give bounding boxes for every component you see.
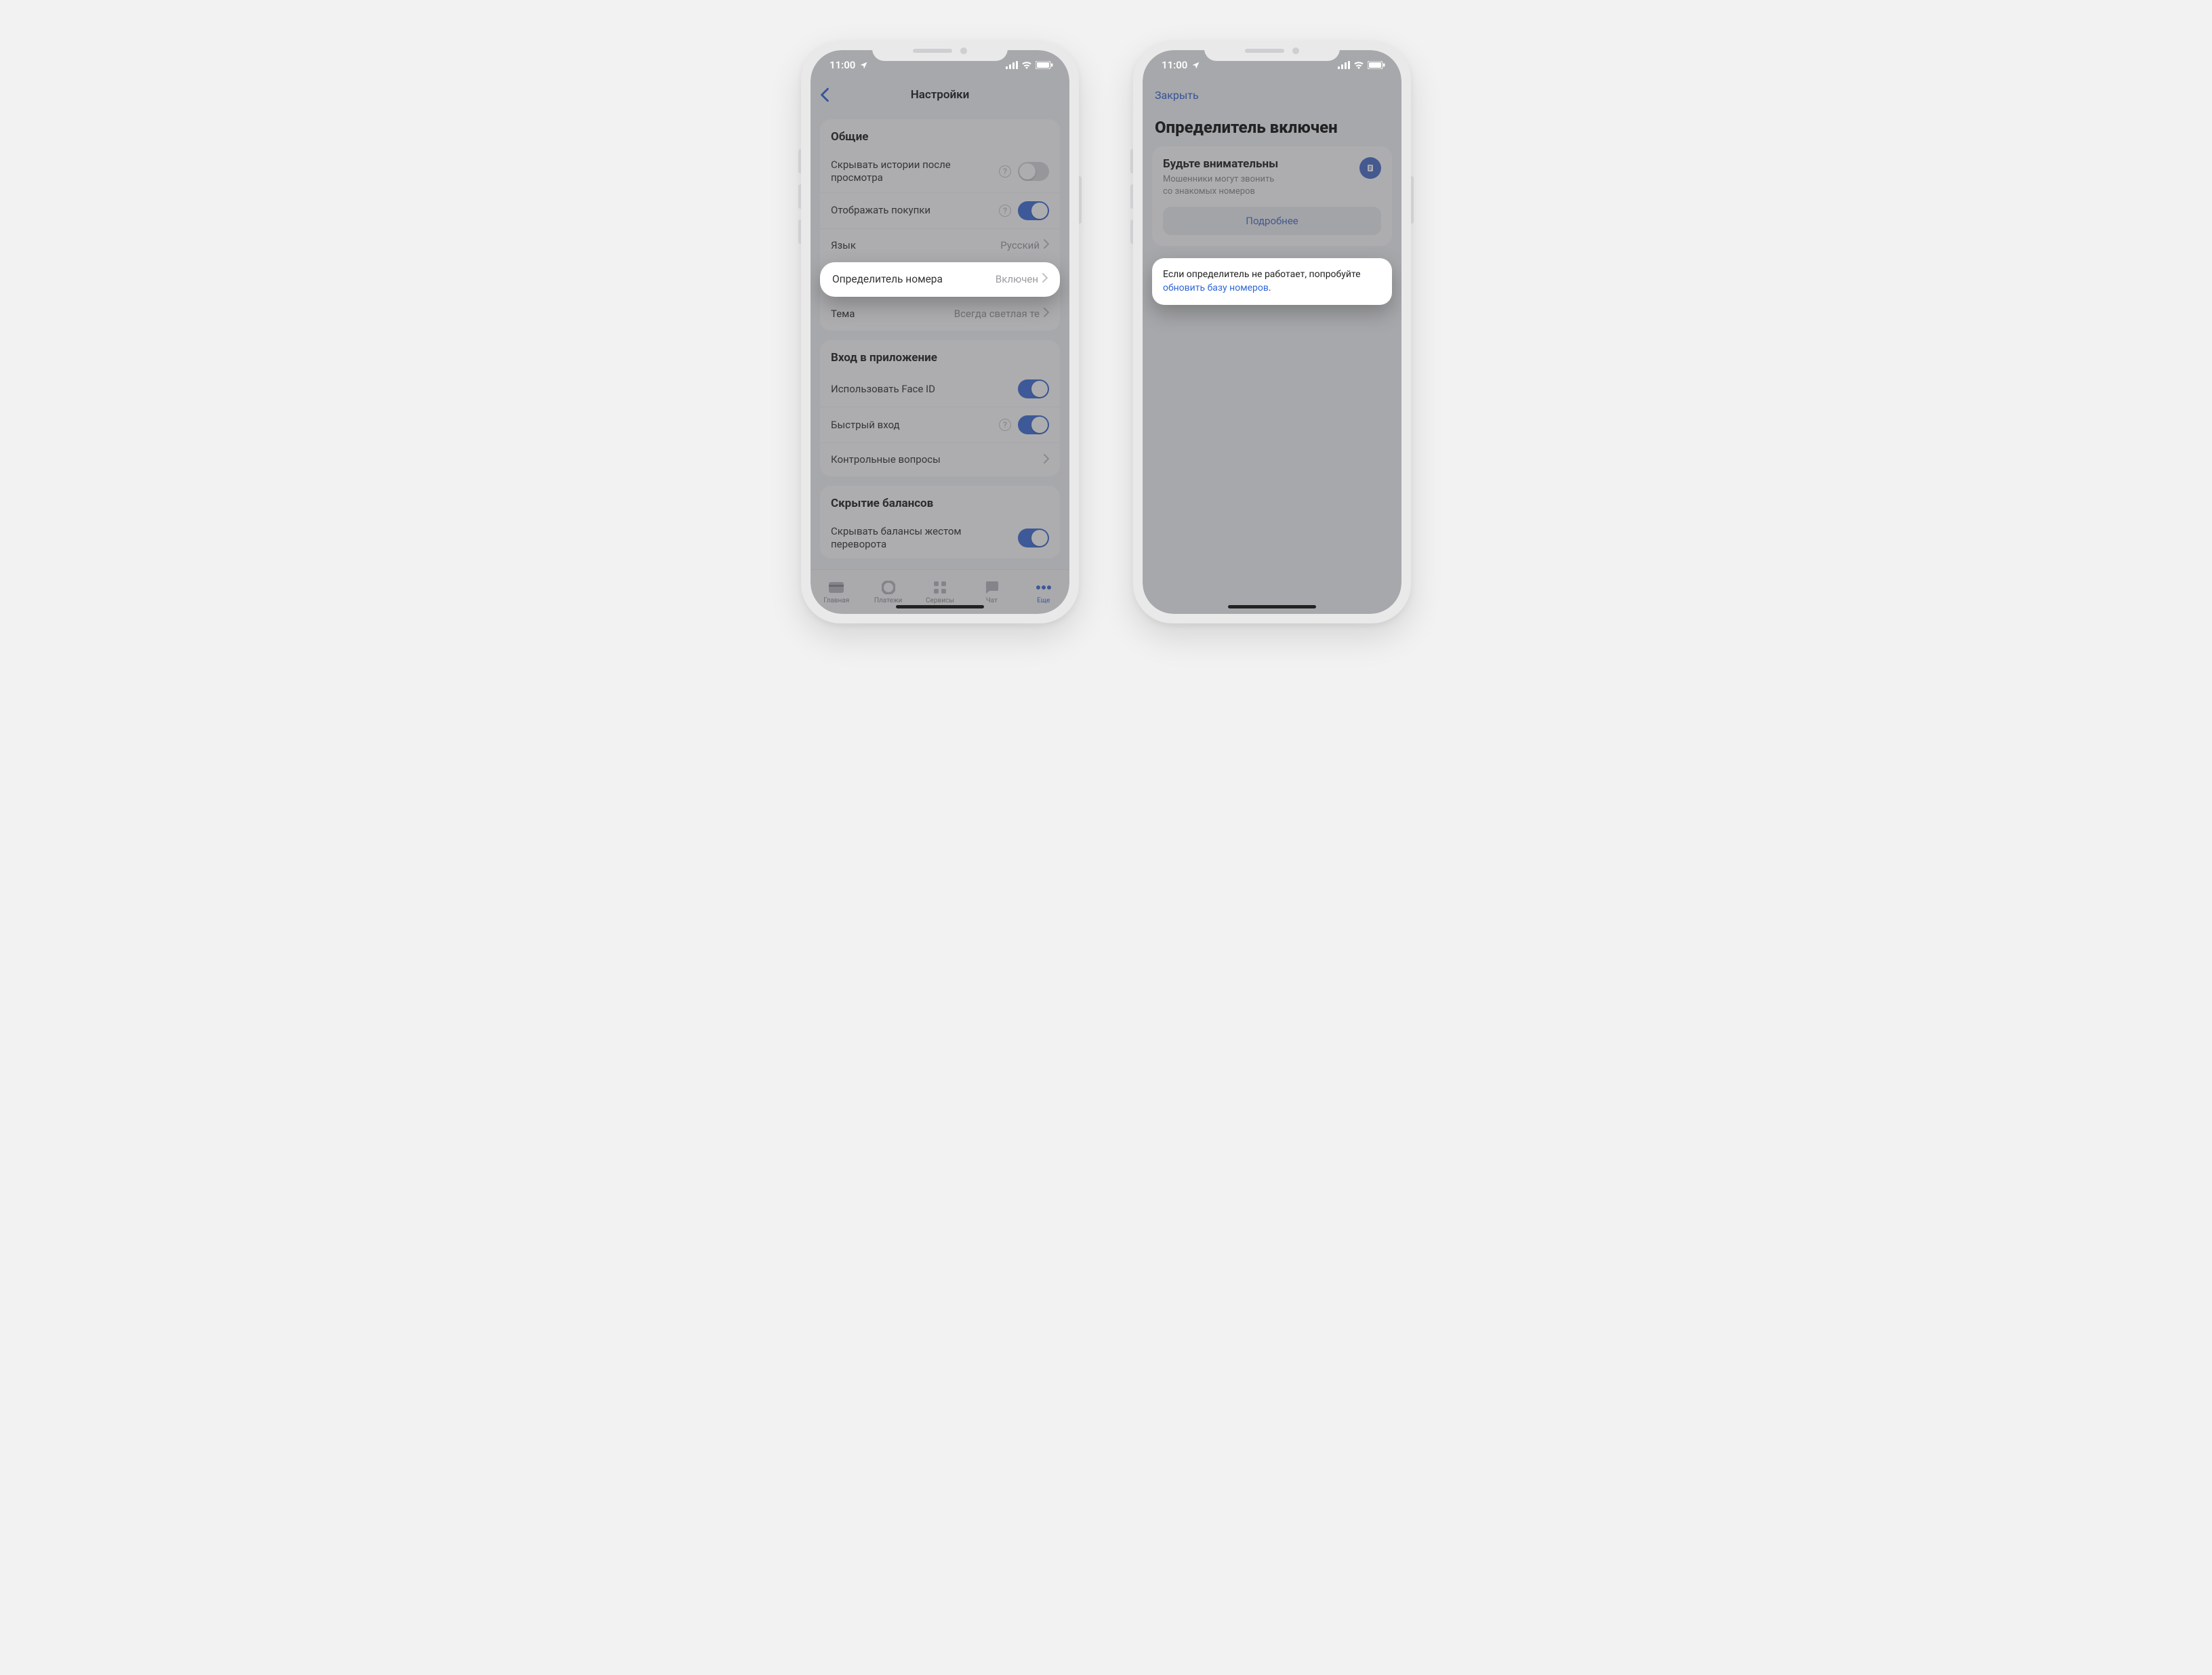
chevron-right-icon	[1044, 453, 1049, 466]
row-hide-balances[interactable]: Скрывать балансы жестом переворота	[820, 517, 1060, 559]
device-notch	[1204, 41, 1340, 61]
toggle-faceid[interactable]	[1018, 379, 1049, 398]
chevron-right-icon	[1044, 308, 1049, 320]
page-title: Определитель включен	[1152, 110, 1392, 146]
circle-icon	[880, 580, 897, 595]
status-time: 11:00	[830, 59, 855, 71]
row-label: Быстрый вход	[831, 419, 992, 432]
warning-card: Будьте внимательны Мошенники могут звони…	[1152, 146, 1392, 246]
row-hide-stories[interactable]: Скрывать истории после просмотра ?	[820, 150, 1060, 192]
section-general: Общие Скрывать истории после просмотра ?…	[820, 119, 1060, 331]
help-icon[interactable]: ?	[999, 205, 1011, 217]
info-icon	[1359, 157, 1381, 179]
chevron-right-icon	[1044, 239, 1049, 251]
back-button[interactable]	[820, 80, 830, 110]
phone-mock-right: 11:00 Закрыть Определитель вк	[1133, 41, 1411, 623]
row-language[interactable]: Язык Русский	[820, 228, 1060, 262]
section-balances: Скрытие балансов Скрывать балансы жестом…	[820, 486, 1060, 559]
row-show-purchases[interactable]: Отображать покупки ?	[820, 192, 1060, 228]
tab-label: Чат	[986, 597, 998, 604]
card-subtitle: Мошенники могут звонить со знакомых номе…	[1163, 173, 1278, 197]
cellular-icon	[1006, 61, 1018, 69]
row-label: Скрывать балансы жестом переворота	[831, 525, 1011, 551]
row-faceid[interactable]: Использовать Face ID	[820, 371, 1060, 407]
screen-right: 11:00 Закрыть Определитель вк	[1143, 50, 1401, 614]
settings-content[interactable]: Общие Скрывать истории после просмотра ?…	[811, 110, 1069, 569]
help-icon[interactable]: ?	[999, 419, 1011, 431]
tip-card: Если определитель не работает, попробуйт…	[1152, 258, 1392, 305]
row-label: Контрольные вопросы	[831, 453, 1037, 466]
battery-icon	[1036, 61, 1053, 69]
close-button[interactable]: Закрыть	[1155, 80, 1199, 110]
toggle-hide-stories[interactable]	[1018, 162, 1049, 181]
tab-home[interactable]: Главная	[811, 570, 862, 614]
row-label: Определитель номера	[832, 273, 996, 286]
tab-label: Главная	[823, 597, 849, 604]
row-label: Отображать покупки	[831, 204, 992, 217]
tab-more[interactable]: Еще	[1018, 570, 1069, 614]
section-login: Вход в приложение Использовать Face ID Б…	[820, 340, 1060, 476]
row-label: Скрывать истории после просмотра	[831, 159, 992, 184]
home-indicator[interactable]	[1228, 605, 1316, 608]
toggle-show-purchases[interactable]	[1018, 201, 1049, 220]
row-caller-id[interactable]: Определитель номера Включен	[820, 262, 1060, 297]
status-time: 11:00	[1162, 59, 1187, 71]
home-indicator[interactable]	[896, 605, 984, 608]
caller-id-content[interactable]: Определитель включен Будьте внимательны …	[1143, 110, 1401, 614]
tip-text-suffix: .	[1269, 283, 1271, 293]
update-db-link[interactable]: обновить базу номеров	[1163, 283, 1269, 293]
location-icon	[859, 61, 868, 70]
row-theme[interactable]: Тема Всегда светлая те	[820, 297, 1060, 331]
battery-icon	[1368, 61, 1385, 69]
more-button[interactable]: Подробнее	[1163, 207, 1381, 235]
cellular-icon	[1338, 61, 1350, 69]
tab-label: Платежи	[874, 597, 902, 604]
row-label: Тема	[831, 308, 947, 320]
grid-icon	[932, 580, 948, 595]
tip-text-prefix: Если определитель не работает, попробуйт…	[1163, 269, 1361, 280]
toggle-hide-balances[interactable]	[1018, 529, 1049, 547]
section-title: Скрытие балансов	[820, 486, 1060, 517]
phone-mock-left: 11:00 Настройки	[801, 41, 1079, 623]
nav-header: Закрыть	[1143, 80, 1401, 110]
chevron-right-icon	[1042, 273, 1048, 285]
row-value: Всегда светлая те	[954, 308, 1040, 320]
help-icon[interactable]: ?	[999, 165, 1011, 178]
card-icon	[828, 580, 844, 595]
nav-header: Настройки	[811, 80, 1069, 110]
device-notch	[872, 41, 1008, 61]
section-title: Вход в приложение	[820, 340, 1060, 371]
row-security-questions[interactable]: Контрольные вопросы	[820, 442, 1060, 476]
row-label: Использовать Face ID	[831, 383, 1011, 396]
nav-title: Настройки	[911, 88, 970, 102]
row-label: Язык	[831, 239, 994, 252]
tab-label: Сервисы	[926, 597, 954, 604]
row-fast-login[interactable]: Быстрый вход ?	[820, 407, 1060, 442]
location-icon	[1191, 61, 1200, 70]
toggle-fast-login[interactable]	[1018, 415, 1049, 434]
wifi-icon	[1353, 61, 1364, 69]
tab-label: Еще	[1037, 597, 1050, 604]
row-value: Русский	[1000, 239, 1040, 251]
card-title: Будьте внимательны	[1163, 157, 1278, 171]
section-title: Общие	[820, 119, 1060, 150]
chat-icon	[983, 580, 1000, 595]
row-value: Включен	[996, 273, 1038, 285]
screen-left: 11:00 Настройки	[811, 50, 1069, 614]
dots-icon	[1036, 580, 1052, 595]
wifi-icon	[1021, 61, 1032, 69]
